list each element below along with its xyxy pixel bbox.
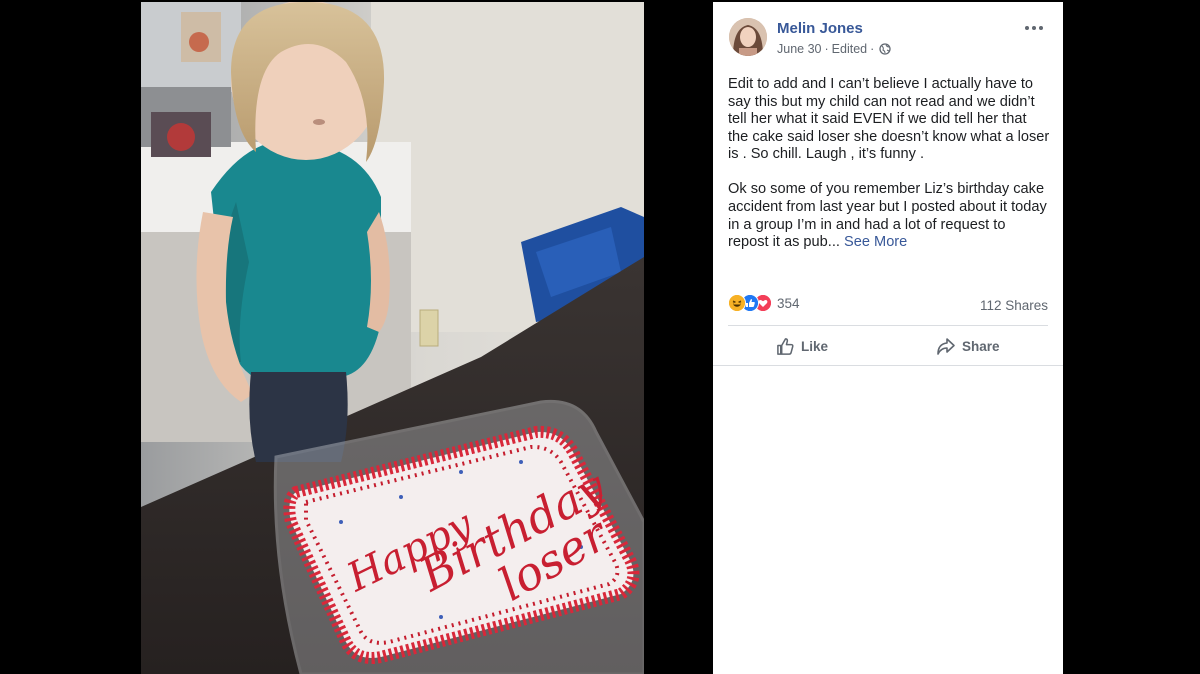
reaction-count: 354 bbox=[777, 295, 800, 311]
share-count[interactable]: 112 Shares bbox=[980, 298, 1048, 313]
viewer-stage: Happy Birthday loser Melin Jones June 30… bbox=[0, 0, 1200, 674]
divider bbox=[728, 325, 1048, 326]
author-name[interactable]: Melin Jones bbox=[777, 20, 863, 37]
photo-illustration: Happy Birthday loser bbox=[141, 2, 644, 674]
edited-label[interactable]: Edited bbox=[832, 42, 867, 56]
like-button[interactable]: Like bbox=[776, 333, 828, 359]
post-date[interactable]: June 30 bbox=[777, 42, 821, 56]
post-photo[interactable]: Happy Birthday loser bbox=[141, 2, 644, 674]
meta-separator: · bbox=[870, 42, 875, 56]
globe-icon[interactable] bbox=[879, 43, 891, 55]
post-meta: June 30 · Edited · bbox=[777, 42, 891, 56]
reactions-summary[interactable]: 354 bbox=[728, 294, 800, 312]
share-button[interactable]: Share bbox=[936, 333, 1000, 359]
haha-icon bbox=[728, 294, 746, 312]
more-options-icon[interactable] bbox=[1021, 18, 1047, 38]
share-arrow-icon bbox=[937, 337, 955, 355]
post-paragraph-2: Ok so some of you remember Liz’s birthda… bbox=[728, 181, 1050, 251]
avatar[interactable] bbox=[729, 18, 767, 56]
post-panel: Melin Jones June 30 · Edited · Edit to a… bbox=[713, 2, 1063, 674]
thumbs-up-icon bbox=[777, 337, 794, 355]
like-label: Like bbox=[801, 338, 829, 354]
post-header: Melin Jones June 30 · Edited · bbox=[729, 18, 1053, 58]
avatar-image bbox=[729, 18, 767, 56]
meta-separator: · bbox=[824, 42, 829, 56]
post-text: Edit to add and I can’t believe I actual… bbox=[728, 76, 1050, 269]
divider bbox=[713, 365, 1063, 366]
share-label: Share bbox=[962, 338, 1000, 354]
see-more-link[interactable]: See More bbox=[844, 234, 907, 250]
post-paragraph: Edit to add and I can’t believe I actual… bbox=[728, 76, 1050, 163]
